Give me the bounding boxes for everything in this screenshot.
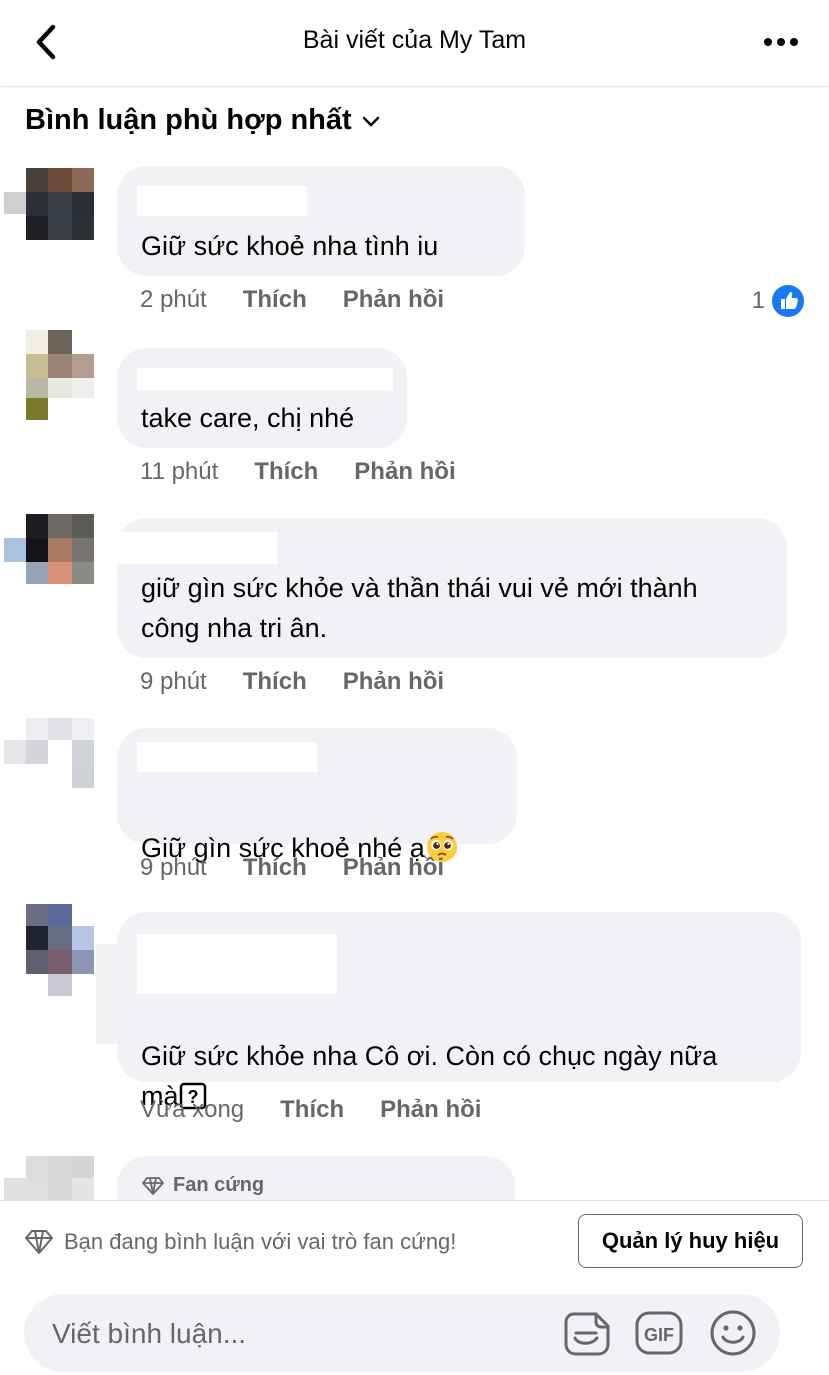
diamond-icon bbox=[142, 1176, 164, 1195]
comment-bubble[interactable]: Giữ gìn sức khoẻ nhé ạ bbox=[117, 728, 517, 863]
comment-bubble[interactable]: giữ gìn sức khỏe và thần thái vui vẻ mới… bbox=[117, 518, 787, 658]
comment-input[interactable] bbox=[50, 1314, 534, 1354]
sort-label: Bình luận phù hợp nhất bbox=[25, 103, 352, 136]
comment-time: 11 phút bbox=[140, 458, 219, 485]
author-name-redacted bbox=[137, 186, 307, 216]
gif-icon: GIF bbox=[635, 1311, 683, 1355]
avatar[interactable] bbox=[4, 512, 94, 584]
like-reaction-icon bbox=[772, 285, 804, 317]
like-button[interactable]: Thích bbox=[280, 1096, 344, 1124]
sticker-button[interactable] bbox=[562, 1308, 612, 1358]
emoji-icon bbox=[710, 1310, 756, 1356]
comment-bubble[interactable]: Giữ sức khoẻ nha tình iu bbox=[117, 166, 525, 276]
fan-notice-bar: Bạn đang bình luận với vai trò fan cứng!… bbox=[0, 1200, 829, 1283]
comment-sort-dropdown[interactable]: Bình luận phù hợp nhất bbox=[25, 100, 380, 140]
comment-bubble[interactable]: take care, chị nhé bbox=[117, 348, 407, 448]
avatar[interactable] bbox=[4, 718, 94, 790]
avatar[interactable] bbox=[4, 1156, 94, 1200]
author-name-redacted bbox=[137, 368, 393, 390]
comment-composer: GIF bbox=[0, 1282, 829, 1375]
comment-bubble[interactable]: Giữ sức khỏe nha Cô ơi. Còn có chục ngày… bbox=[117, 912, 801, 1111]
like-button[interactable]: Thích bbox=[254, 458, 318, 486]
comment-item: Giữ sức khoẻ nha tình iu 2 phút Thích Ph… bbox=[0, 166, 829, 336]
top-bar: Bài viết của My Tam bbox=[0, 0, 829, 87]
emoji-button[interactable] bbox=[708, 1308, 758, 1358]
comment-item: Giữ gìn sức khoẻ nhé ạ 9 phút Thích Phản… bbox=[0, 718, 829, 898]
fan-badge: Fan cứng bbox=[141, 1174, 264, 1197]
reply-button[interactable]: Phản hồi bbox=[343, 286, 444, 314]
sticker-icon bbox=[564, 1312, 610, 1356]
comment-time: 2 phút bbox=[140, 286, 207, 313]
comment-item: Giữ sức khỏe nha Cô ơi. Còn có chục ngày… bbox=[0, 904, 829, 1144]
manage-badges-button[interactable]: Quản lý huy hiệu bbox=[578, 1214, 803, 1268]
like-button[interactable]: Thích bbox=[243, 286, 307, 314]
reply-button[interactable]: Phản hồi bbox=[343, 854, 444, 882]
like-button[interactable]: Thích bbox=[243, 668, 307, 696]
comment-item: giữ gìn sức khỏe và thần thái vui vẻ mới… bbox=[0, 510, 829, 710]
comment-time: 9 phút bbox=[140, 854, 207, 881]
fan-badge-label: Fan cứng bbox=[173, 1174, 265, 1196]
comment-item: take care, chị nhé 11 phút Thích Phản hồ… bbox=[0, 330, 829, 500]
page-title: Bài viết của My Tam bbox=[302, 26, 527, 54]
diamond-icon bbox=[25, 1230, 53, 1254]
reply-button[interactable]: Phản hồi bbox=[343, 668, 444, 696]
reaction-count[interactable]: 1 bbox=[752, 284, 805, 318]
like-button[interactable]: Thích bbox=[243, 854, 307, 882]
comment-text: Giữ sức khoẻ nha tình iu bbox=[141, 231, 439, 261]
more-options-button[interactable] bbox=[761, 28, 801, 56]
comment-item: Fan cứng bbox=[0, 1156, 829, 1200]
comment-time: 9 phút bbox=[140, 668, 207, 695]
comment-time: Vừa xong bbox=[140, 1096, 245, 1123]
avatar[interactable] bbox=[4, 168, 94, 240]
like-count: 1 bbox=[751, 287, 765, 314]
gif-button[interactable]: GIF bbox=[634, 1308, 684, 1358]
author-name-redacted bbox=[137, 742, 317, 772]
more-icon bbox=[764, 38, 798, 46]
avatar[interactable] bbox=[4, 330, 94, 420]
svg-text:GIF: GIF bbox=[644, 1325, 674, 1345]
reply-button[interactable]: Phản hồi bbox=[354, 458, 455, 486]
author-name-redacted bbox=[137, 934, 337, 994]
avatar[interactable] bbox=[4, 904, 122, 1044]
chevron-down-icon bbox=[362, 116, 379, 127]
composer-field[interactable]: GIF bbox=[24, 1294, 780, 1372]
fan-notice-text: Bạn đang bình luận với vai trò fan cứng! bbox=[64, 1229, 457, 1254]
comment-text: take care, chị nhé bbox=[141, 403, 355, 433]
author-name-redacted bbox=[117, 532, 277, 564]
comment-bubble[interactable]: Fan cứng bbox=[117, 1156, 515, 1200]
reply-button[interactable]: Phản hồi bbox=[380, 1096, 481, 1124]
comment-text: giữ gìn sức khỏe và thần thái vui vẻ mới… bbox=[141, 573, 698, 643]
